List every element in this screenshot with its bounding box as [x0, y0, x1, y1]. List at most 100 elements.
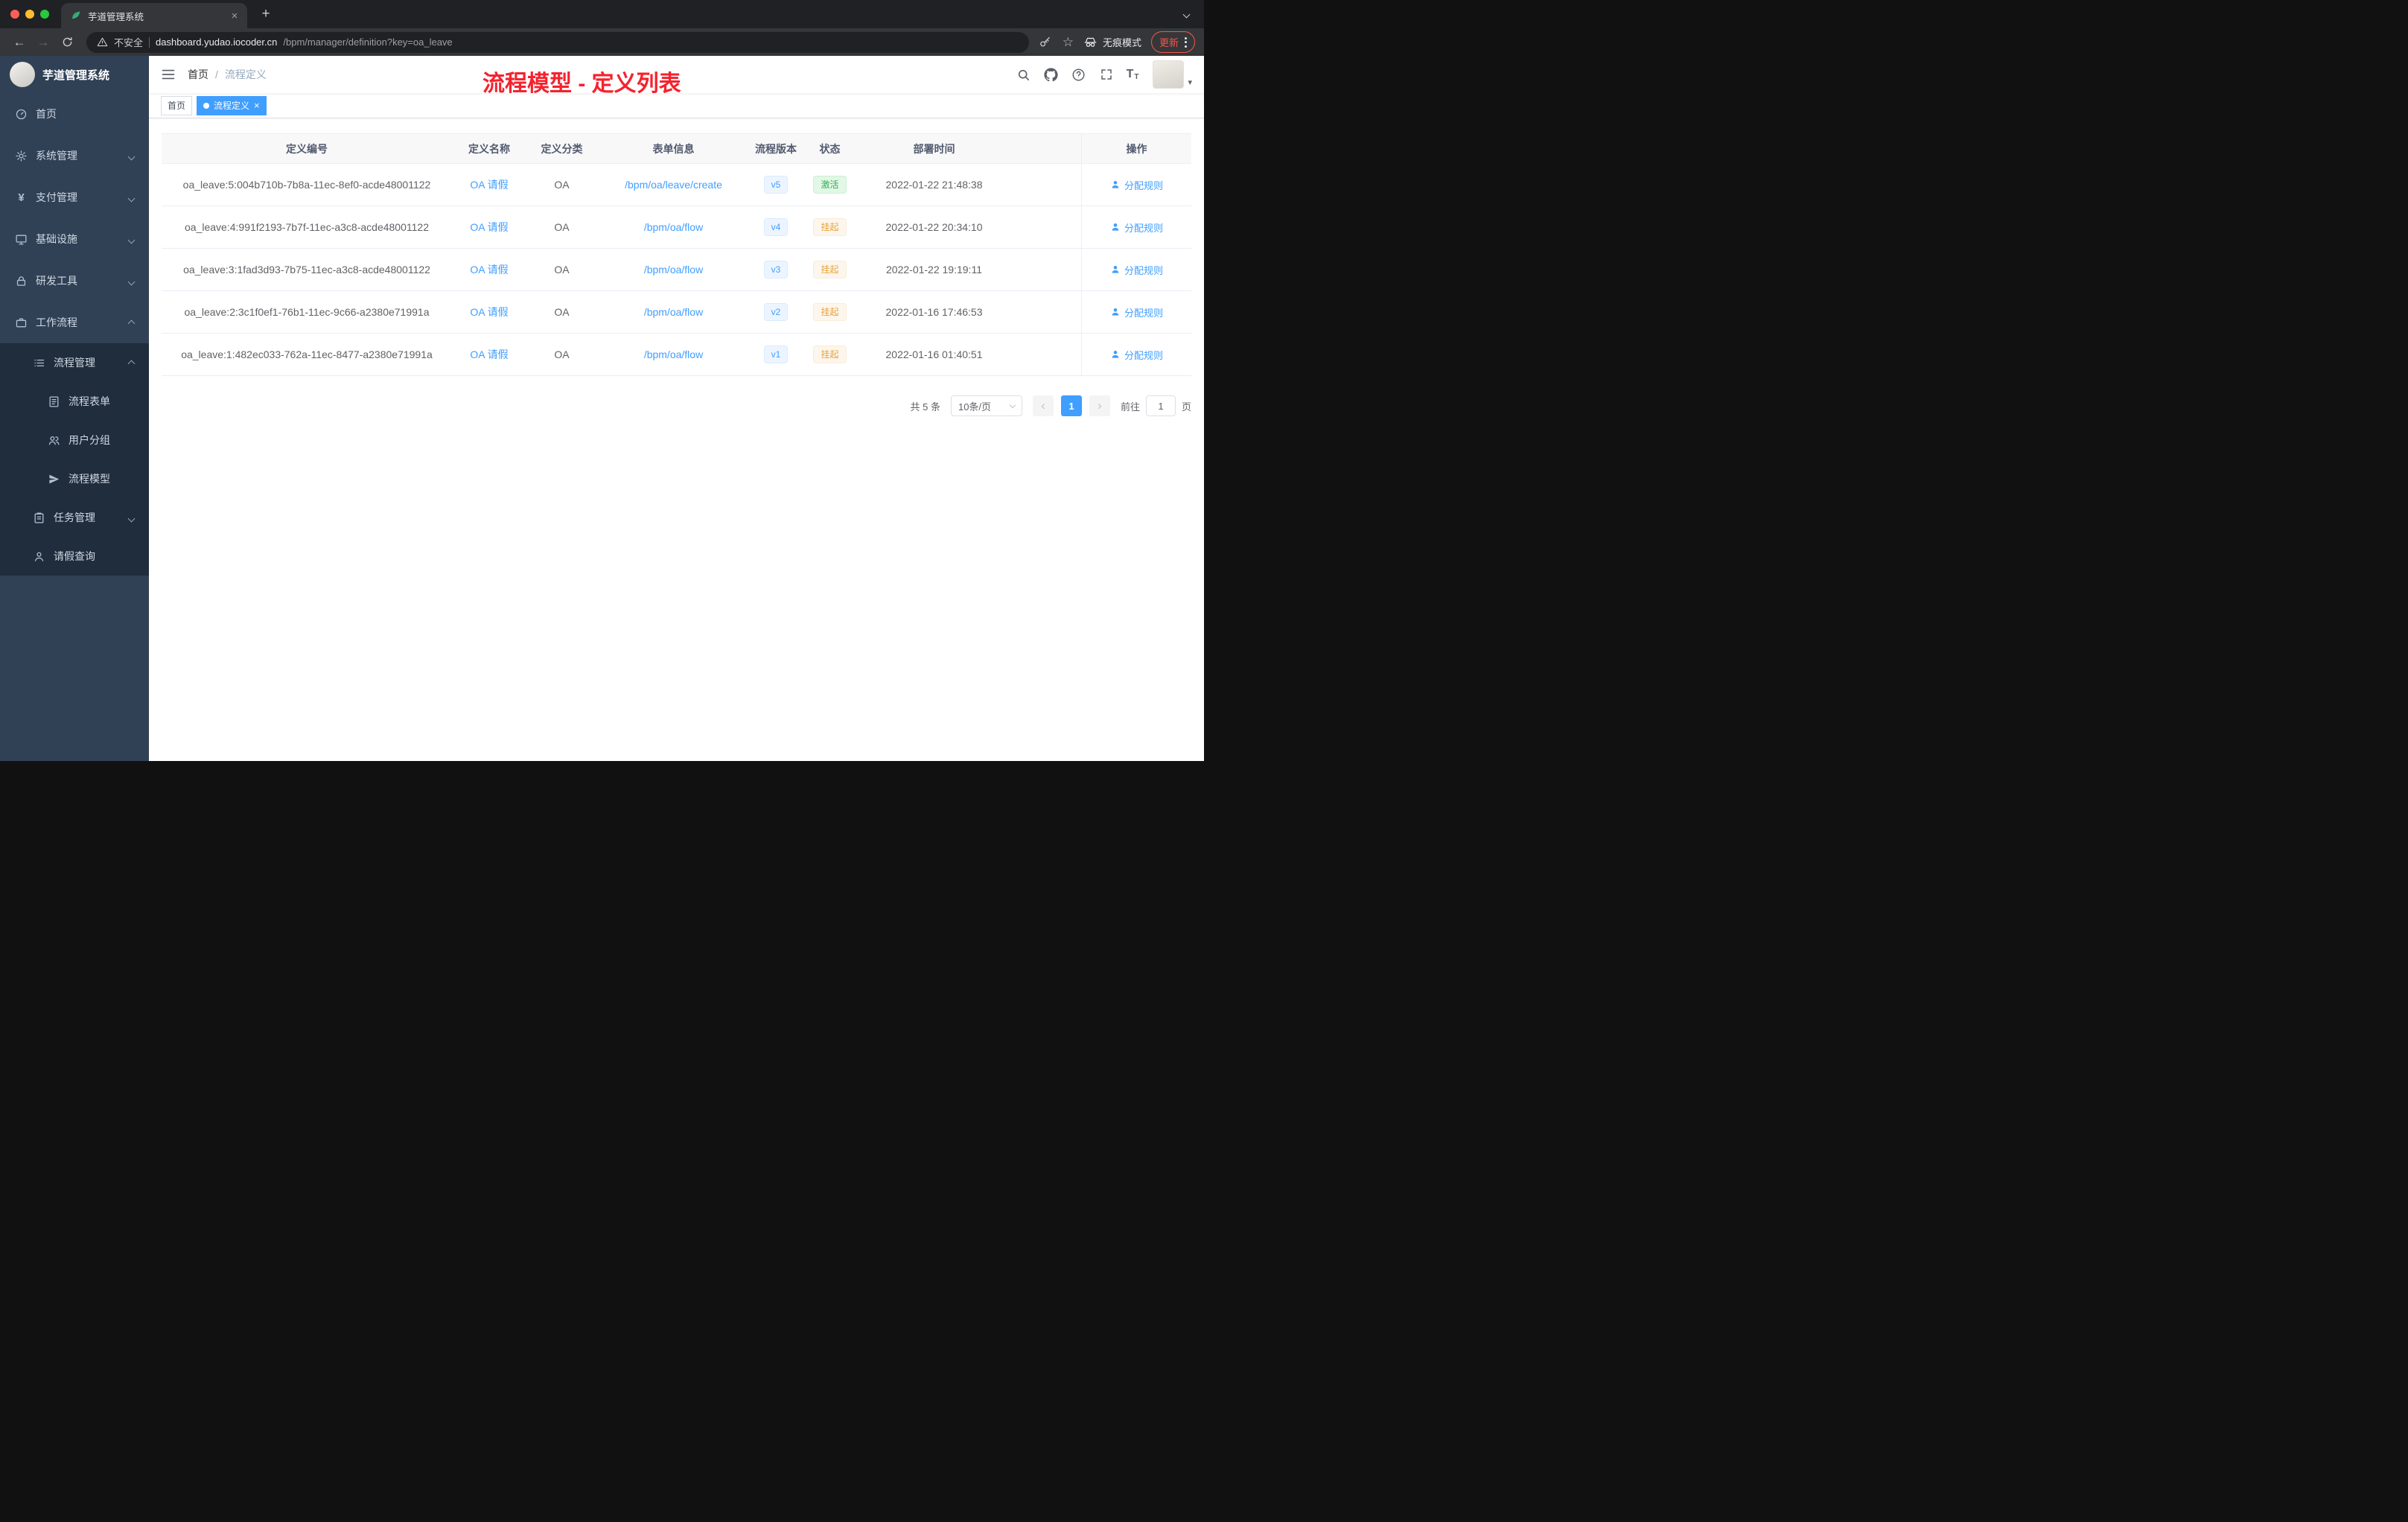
version-badge[interactable]: v3 — [763, 261, 789, 278]
form-link[interactable]: /bpm/oa/flow — [644, 264, 703, 276]
definition-id: oa_leave:3:1fad3d93-7b75-11ec-a3c8-acde4… — [183, 264, 430, 276]
tab-search-icon[interactable] — [1182, 7, 1191, 21]
sidebar-item-leave-query[interactable]: 请假查询 — [0, 537, 149, 576]
window-zoom-button[interactable] — [40, 10, 49, 19]
back-button[interactable]: ← — [9, 33, 30, 52]
font-size-icon[interactable]: TT — [1127, 68, 1139, 81]
brand-logo — [10, 62, 35, 87]
brand-title: 芋道管理系统 — [42, 69, 110, 82]
form-link[interactable]: /bpm/oa/flow — [644, 306, 703, 318]
url-path: /bpm/manager/definition?key=oa_leave — [283, 36, 453, 48]
tag-home[interactable]: 首页 — [161, 95, 193, 115]
sidebar-item-system-management[interactable]: 系统管理 — [0, 135, 149, 176]
next-page-button[interactable]: › — [1089, 395, 1110, 416]
version-badge[interactable]: v2 — [763, 303, 789, 321]
sidebar-item-payment-management[interactable]: ¥ 支付管理 — [0, 176, 149, 218]
form-link[interactable]: /bpm/oa/leave/create — [625, 179, 722, 191]
send-icon — [48, 473, 60, 485]
sidebar-item-home[interactable]: 首页 — [0, 93, 149, 135]
prev-page-button[interactable]: ‹ — [1032, 395, 1054, 416]
version-badge[interactable]: v1 — [763, 346, 789, 363]
pagination: 共 5 条 10条/页 ‹ 1 › 前往 页 — [162, 395, 1191, 416]
sidebar-item-process-form[interactable]: 流程表单 — [0, 382, 149, 421]
col-header-category: 定义分类 — [541, 142, 583, 155]
table-row: oa_leave:5:004b710b-7b8a-11ec-8ef0-acde4… — [162, 164, 1191, 206]
page-size-select[interactable]: 10条/页 — [950, 395, 1022, 416]
workflow-submenu: 流程管理 流程表单 用户分组 流程模型 任务管理 请假查询 — [0, 343, 149, 576]
sidebar-item-process-model[interactable]: 流程模型 — [0, 459, 149, 498]
new-tab-button[interactable]: + — [256, 4, 275, 24]
status-badge: 挂起 — [813, 218, 847, 236]
definition-name-link[interactable]: OA 请假 — [470, 177, 508, 192]
warning-icon — [97, 36, 108, 48]
sidebar-item-user-groups[interactable]: 用户分组 — [0, 421, 149, 459]
sidebar-item-task-management[interactable]: 任务管理 — [0, 498, 149, 537]
definition-name-link[interactable]: OA 请假 — [470, 220, 508, 235]
definition-id: oa_leave:1:482ec033-762a-11ec-8477-a2380… — [181, 348, 433, 360]
definition-id: oa_leave:4:991f2193-7b7f-11ec-a3c8-acde4… — [185, 221, 429, 233]
col-header-id: 定义编号 — [286, 142, 328, 155]
chevron-down-icon — [127, 275, 136, 287]
assign-rule-button[interactable]: 分配规则 — [1110, 220, 1163, 235]
page-1-button[interactable]: 1 — [1060, 395, 1082, 416]
bookmark-star-icon[interactable]: ☆ — [1063, 35, 1074, 50]
deploy-time: 2022-01-22 20:34:10 — [885, 221, 983, 233]
sidebar-item-dev-tools[interactable]: 研发工具 — [0, 260, 149, 302]
definition-name-link[interactable]: OA 请假 — [470, 262, 508, 277]
users-icon — [48, 434, 60, 447]
github-icon[interactable] — [1044, 67, 1059, 82]
window-minimize-button[interactable] — [25, 10, 34, 19]
key-icon[interactable] — [1038, 35, 1053, 50]
search-icon[interactable] — [1016, 67, 1031, 82]
col-header-status: 状态 — [819, 142, 841, 155]
goto-page: 前往 页 — [1121, 395, 1191, 416]
window-close-button[interactable] — [10, 10, 19, 19]
deploy-time: 2022-01-22 19:19:11 — [886, 264, 982, 276]
status-badge: 挂起 — [813, 303, 847, 321]
address-bar[interactable]: 不安全 dashboard.yudao.iocoder.cn/bpm/manag… — [86, 31, 1029, 53]
tab-close-icon[interactable]: × — [228, 9, 241, 22]
tag-close-icon[interactable]: × — [254, 101, 260, 110]
assign-rule-button[interactable]: 分配规则 — [1110, 348, 1163, 362]
browser-update-button[interactable]: 更新 — [1150, 31, 1195, 53]
fullscreen-icon[interactable] — [1099, 67, 1114, 82]
incognito-label: 无痕模式 — [1102, 37, 1141, 48]
assign-rule-button[interactable]: 分配规则 — [1110, 178, 1163, 192]
pagination-total: 共 5 条 — [910, 401, 940, 413]
user-icon — [1112, 351, 1119, 358]
browser-menu-icon[interactable] — [1185, 36, 1187, 48]
page-content: 定义编号 定义名称 定义分类 表单信息 流程版本 状态 部署时间 操作 oa_l… — [149, 118, 1204, 761]
form-link[interactable]: /bpm/oa/flow — [644, 221, 703, 233]
definition-name-link[interactable]: OA 请假 — [470, 347, 508, 362]
definition-category: OA — [554, 264, 570, 276]
definition-name-link[interactable]: OA 请假 — [470, 305, 508, 319]
browser-tab[interactable]: 芋道管理系统 × — [61, 3, 247, 28]
briefcase-icon — [15, 316, 28, 329]
sidebar-item-infrastructure[interactable]: 基础设施 — [0, 218, 149, 260]
col-header-form: 表单信息 — [652, 142, 695, 155]
help-icon[interactable] — [1071, 67, 1086, 82]
reload-button[interactable] — [57, 33, 77, 52]
sidebar-item-process-management[interactable]: 流程管理 — [0, 343, 149, 382]
version-badge[interactable]: v5 — [763, 176, 789, 194]
assign-rule-button[interactable]: 分配规则 — [1110, 305, 1163, 319]
main-area: 流程模型 - 定义列表 首页 / 流程定义 T T ▾ 首页 流程定义 × 定义… — [149, 56, 1204, 761]
version-badge[interactable]: v4 — [763, 218, 789, 236]
form-link[interactable]: /bpm/oa/flow — [644, 348, 703, 360]
chevron-up-icon — [127, 357, 136, 369]
tab-favicon-icon — [70, 10, 82, 22]
user-icon — [1112, 181, 1119, 188]
hamburger-icon[interactable] — [161, 67, 176, 82]
tab-title: 芋道管理系统 — [88, 11, 144, 22]
sidebar-item-workflow[interactable]: 工作流程 — [0, 302, 149, 343]
assign-rule-button[interactable]: 分配规则 — [1110, 263, 1163, 277]
table-row: oa_leave:2:3c1f0ef1-76b1-11ec-9c66-a2380… — [162, 291, 1191, 334]
goto-page-input[interactable] — [1145, 395, 1176, 416]
browser-toolbar: ← → 不安全 dashboard.yudao.iocoder.cn/bpm/m… — [0, 28, 1204, 56]
tag-process-definition[interactable]: 流程定义 × — [197, 95, 267, 115]
definition-category: OA — [554, 348, 570, 360]
user-avatar[interactable]: ▾ — [1153, 60, 1192, 89]
definition-id: oa_leave:2:3c1f0ef1-76b1-11ec-9c66-a2380… — [184, 306, 430, 318]
forward-button[interactable]: → — [33, 33, 54, 52]
breadcrumb-home[interactable]: 首页 — [188, 67, 208, 82]
